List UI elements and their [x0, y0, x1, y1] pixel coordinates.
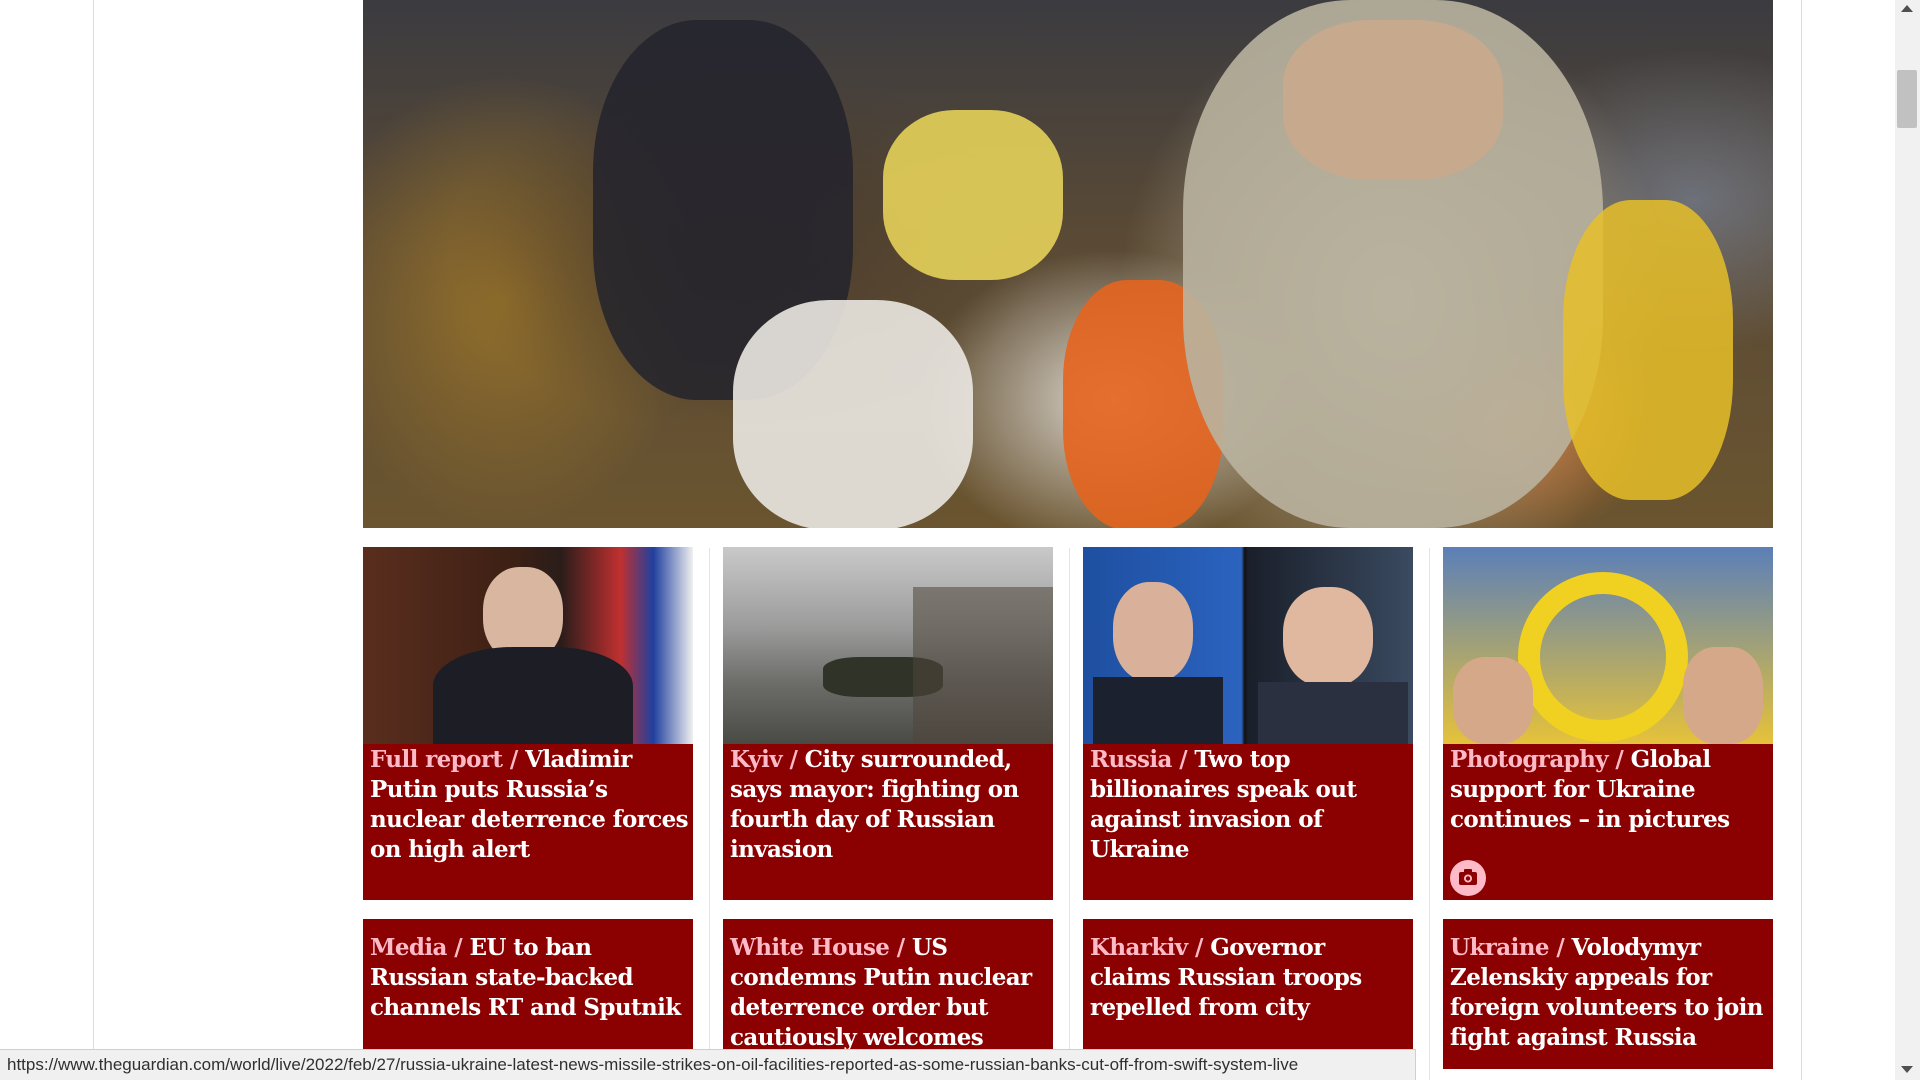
news-card-russia[interactable]: Russia / Two top billionaires speak out … [1083, 547, 1413, 900]
kyiv-tank-thumbnail [723, 547, 1053, 744]
card-headline: Photography / Global support for Ukraine… [1450, 745, 1768, 835]
column-divider [709, 548, 710, 1080]
news-card-white-house[interactable]: White House / US condemns Putin nuclear … [723, 919, 1053, 1069]
hero-toilet-paper [883, 110, 1063, 280]
scrollbar-thumb[interactable] [1897, 70, 1917, 128]
column-divider [1069, 548, 1070, 1080]
card-kicker: Photography [1450, 746, 1609, 773]
card-kicker: White House [730, 934, 890, 961]
billionaires-thumbnail [1083, 547, 1413, 744]
link-status-bar: https://www.theguardian.com/world/live/2… [0, 1049, 1416, 1080]
putin-thumbnail [363, 547, 693, 744]
card-kicker: Ukraine [1450, 934, 1550, 961]
camera-icon [1450, 860, 1486, 896]
card-headline: Ukraine / Volodymyr Zelenskiy appeals fo… [1450, 933, 1770, 1053]
page-right-border [1801, 0, 1802, 1080]
hero-plush-toys [1283, 20, 1503, 180]
news-card-ukraine[interactable]: Ukraine / Volodymyr Zelenskiy appeals fo… [1443, 919, 1773, 1069]
card-headline: Kyiv / City surrounded, says mayor: figh… [730, 745, 1048, 865]
kicker-separator: / [782, 746, 805, 773]
news-card-kharkiv[interactable]: Kharkiv / Governor claims Russian troops… [1083, 919, 1413, 1069]
kicker-separator: / [1171, 746, 1195, 773]
news-card-media[interactable]: Media / EU to ban Russian state-backed c… [363, 919, 693, 1069]
page-left-border [93, 0, 94, 1080]
kicker-separator: / [502, 746, 526, 773]
hero-bag-yellow [1563, 200, 1733, 500]
scroll-down-arrow-icon[interactable] [1901, 1066, 1913, 1073]
card-headline: Full report / Vladimir Putin puts Russia… [370, 745, 689, 865]
card-headline: Russia / Two top billionaires speak out … [1090, 745, 1408, 865]
card-kicker: Kyiv [730, 746, 783, 773]
scroll-up-arrow-icon[interactable] [1901, 5, 1913, 12]
card-headline: Media / EU to ban Russian state-backed c… [370, 933, 690, 1023]
card-kicker: Full report [370, 746, 503, 773]
card-headline: Kharkiv / Governor claims Russian troops… [1090, 933, 1410, 1023]
kicker-separator: / [1608, 746, 1631, 773]
card-kicker: Russia [1090, 746, 1172, 773]
news-card-putin[interactable]: Full report / Vladimir Putin puts Russia… [363, 547, 693, 900]
kicker-separator: / [1548, 934, 1572, 961]
column-divider [1429, 548, 1430, 1080]
card-kicker: Media [370, 934, 447, 961]
hero-bag-white [733, 300, 973, 528]
news-card-photography[interactable]: Photography / Global support for Ukraine… [1443, 547, 1773, 900]
news-card-kyiv[interactable]: Kyiv / City surrounded, says mayor: figh… [723, 547, 1053, 900]
kicker-separator: / [1187, 934, 1211, 961]
hero-image[interactable] [363, 0, 1773, 528]
kicker-separator: / [446, 934, 470, 961]
vertical-scrollbar[interactable] [1895, 0, 1920, 1080]
peace-sign-thumbnail [1443, 547, 1773, 744]
kicker-separator: / [889, 934, 912, 961]
card-kicker: Kharkiv [1090, 934, 1188, 961]
